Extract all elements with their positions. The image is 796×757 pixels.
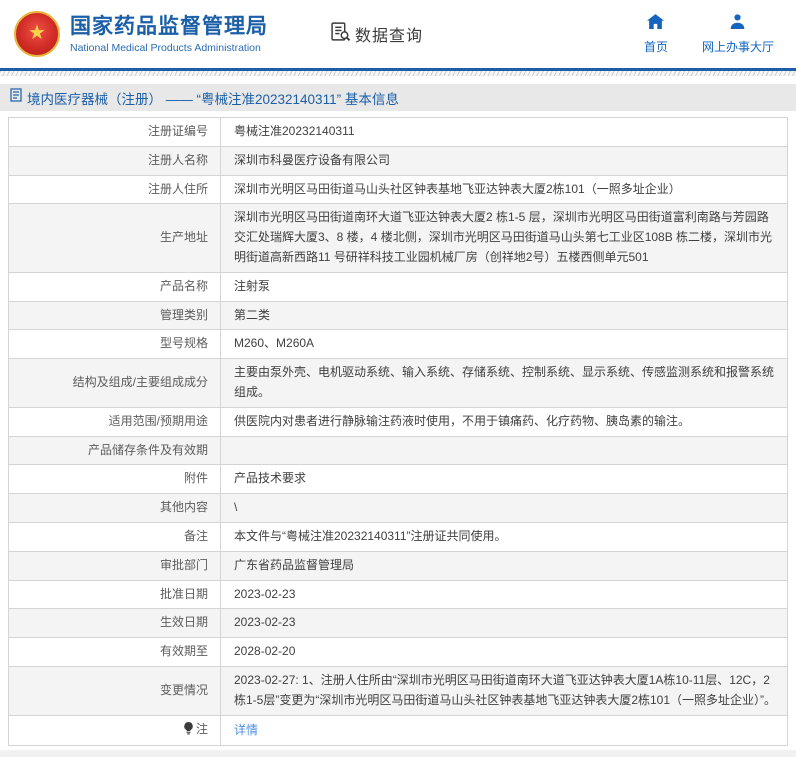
row-label: 管理类别 <box>8 300 221 331</box>
table-row: 产品储存条件及有效期 <box>8 435 788 466</box>
data-query-section: 数据查询 <box>330 21 423 47</box>
row-value: 广东省药品监督管理局 <box>220 550 788 581</box>
table-row: 生效日期 2023-02-23 <box>8 608 788 639</box>
header-nav: 首页 网上办事大厅 <box>643 13 774 55</box>
row-label: 有效期至 <box>8 637 221 667</box>
row-value: 供医院内对患者进行静脉输注药液时使用，不用于镇痛药、化疗药物、胰岛素的输注。 <box>220 406 788 437</box>
row-value: 第二类 <box>220 300 788 331</box>
row-value: 深圳市科曼医疗设备有限公司 <box>220 145 788 176</box>
row-label: 产品名称 <box>8 271 221 302</box>
table-row: 管理类别 第二类 <box>8 300 788 331</box>
national-emblem-logo: ★ <box>14 11 60 57</box>
nav-home[interactable]: 首页 <box>643 13 668 55</box>
table-row: 生产地址 深圳市光明区马田街道南环大道飞亚达钟表大厦2 栋1-5 层，深圳市光明区… <box>8 203 788 273</box>
row-value: 2028-02-20 <box>220 637 788 667</box>
registration-info-table: 注册证编号 粤械注准20232140311 注册人名称 深圳市科曼医疗设备有限公司 注册… <box>8 117 788 747</box>
footer-strip <box>0 750 796 757</box>
table-body: 注册证编号 粤械注准20232140311 注册人名称 深圳市科曼医疗设备有限公司 注册… <box>8 117 788 747</box>
row-value: \ <box>220 493 788 523</box>
document-search-icon <box>330 21 351 47</box>
row-value: 注射泵 <box>220 271 788 302</box>
row-value: 2023-02-23 <box>220 608 788 639</box>
table-row: 附件 产品技术要求 <box>8 464 788 495</box>
table-row: 其他内容 \ <box>8 493 788 523</box>
row-value <box>220 435 788 466</box>
row-value: 主要由泵外壳、电机驱动系统、输入系统、存储系统、控制系统、显示系统、传感监测系统… <box>220 358 788 408</box>
table-row: 结构及组成/主要组成成分 主要由泵外壳、电机驱动系统、输入系统、存储系统、控制系统… <box>8 358 788 408</box>
nav-service-hall[interactable]: 网上办事大厅 <box>701 13 774 55</box>
page-title-bar: 境内医疗器械（注册） —— “粤械注准20232140311” 基本信息 <box>0 84 796 111</box>
row-label: 备注 <box>8 521 221 552</box>
row-label: 生效日期 <box>8 608 221 639</box>
site-header: ★ 国家药品监督管理局 National Medical Products Ad… <box>0 0 796 68</box>
row-label: 型号规格 <box>8 329 221 360</box>
row-label: 审批部门 <box>8 550 221 581</box>
row-value: 2023-02-27: 1、注册人住所由“深圳市光明区马田街道南环大道飞亚达钟表… <box>220 665 788 716</box>
row-label: 适用范围/预期用途 <box>8 406 221 437</box>
org-name-zh: 国家药品监督管理局 <box>70 15 268 39</box>
row-label: 附件 <box>8 464 221 495</box>
row-label: 结构及组成/主要组成成分 <box>8 358 221 408</box>
star-icon: ★ <box>28 22 46 44</box>
row-label: 注册人名称 <box>8 145 221 176</box>
table-row: 型号规格 M260、M260A <box>8 329 788 360</box>
table-row: 审批部门 广东省药品监督管理局 <box>8 550 788 581</box>
row-label: 注册人住所 <box>8 174 221 205</box>
page-title: 境内医疗器械（注册） —— “粤械注准20232140311” 基本信息 <box>27 91 399 107</box>
document-icon <box>10 88 22 107</box>
table-row: 注册人名称 深圳市科曼医疗设备有限公司 <box>8 145 788 176</box>
nav-service-hall-label: 网上办事大厅 <box>701 39 774 54</box>
detail-link[interactable]: 详情 <box>234 723 258 737</box>
table-row: 变更情况 2023-02-27: 1、注册人住所由“深圳市光明区马田街道南环大道飞… <box>8 665 788 716</box>
data-query-label: 数据查询 <box>355 28 424 45</box>
row-value: M260、M260A <box>220 329 788 360</box>
row-value: 粤械注准20232140311 <box>220 117 788 147</box>
row-value: 深圳市光明区马田街道南环大道飞亚达钟表大厦2 栋1-5 层，深圳市光明区马田街道… <box>220 203 788 273</box>
row-value: 2023-02-23 <box>220 579 788 610</box>
table-row: 备注 本文件与“粤械注准20232140311”注册证共同使用。 <box>8 521 788 552</box>
table-row: 产品名称 注射泵 <box>8 271 788 302</box>
note-icon <box>183 721 194 742</box>
table-row: 适用范围/预期用途 供医院内对患者进行静脉输注药液时使用，不用于镇痛药、化疗药物、… <box>8 406 788 437</box>
row-label: 其他内容 <box>8 493 221 523</box>
table-row: 注详情 <box>8 714 788 747</box>
row-label: 产品储存条件及有效期 <box>8 435 221 466</box>
table-row: 注册证编号 粤械注准20232140311 <box>8 117 788 147</box>
table-row: 批准日期 2023-02-23 <box>8 579 788 610</box>
table-row: 有效期至 2028-02-20 <box>8 637 788 667</box>
table-row: 注册人住所 深圳市光明区马田街道马山头社区钟表基地飞亚达钟表大厦2栋101（一照多… <box>8 174 788 205</box>
org-name-en: National Medical Products Administration <box>70 41 261 54</box>
row-value: 详情 <box>220 714 788 747</box>
row-label: 生产地址 <box>8 203 221 273</box>
home-icon <box>647 13 665 34</box>
row-value: 本文件与“粤械注准20232140311”注册证共同使用。 <box>220 521 788 552</box>
nav-home-label: 首页 <box>643 39 668 54</box>
row-value: 深圳市光明区马田街道马山头社区钟表基地飞亚达钟表大厦2栋101（一照多址企业） <box>220 174 788 205</box>
stripe-decoration <box>0 71 796 76</box>
row-value: 产品技术要求 <box>220 464 788 495</box>
row-label: 变更情况 <box>8 665 221 716</box>
row-label: 注 <box>8 714 221 747</box>
row-label: 批准日期 <box>8 579 221 610</box>
row-label: 注册证编号 <box>8 117 221 147</box>
org-title-block: 国家药品监督管理局 National Medical Products Admi… <box>70 14 268 53</box>
person-icon <box>730 13 745 34</box>
